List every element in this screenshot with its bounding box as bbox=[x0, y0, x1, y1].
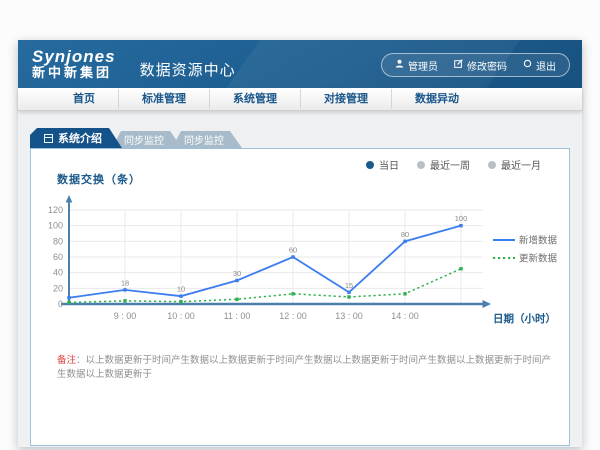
admin-user-button[interactable]: 管理员 bbox=[395, 58, 438, 73]
x-tick-label: 11 : 00 bbox=[224, 311, 251, 321]
main-nav: 首页标准管理系统管理对接管理数据异动 bbox=[18, 88, 582, 111]
x-axis-title: 日期（小时） bbox=[493, 312, 556, 325]
change-password-button[interactable]: 修改密码 bbox=[454, 58, 507, 73]
legend-label: 新增数据 bbox=[519, 235, 558, 247]
radio-label: 最近一月 bbox=[501, 157, 541, 172]
radio-label: 最近一周 bbox=[430, 157, 470, 172]
tab-bar: 系统介绍 同步监控 同步监控 bbox=[30, 128, 242, 148]
data-point-label: 30 bbox=[233, 269, 241, 278]
data-point-label: 80 bbox=[401, 230, 409, 239]
nav-item-4[interactable]: 数据异动 bbox=[391, 89, 482, 109]
logout-label: 退出 bbox=[536, 58, 556, 73]
data-point bbox=[67, 296, 70, 299]
tab-label: 同步监控 bbox=[124, 132, 164, 147]
content-area: 系统介绍 同步监控 同步监控 当日 最近一周 最近一月 数据交换（条） 0 20 40 60 8… bbox=[18, 111, 582, 447]
tab-2[interactable]: 同步监控 bbox=[172, 131, 242, 148]
data-point bbox=[291, 255, 294, 258]
y-tick-label: 100 bbox=[48, 221, 63, 231]
change-password-label: 修改密码 bbox=[467, 58, 507, 73]
document-icon bbox=[44, 134, 53, 143]
data-point bbox=[235, 298, 238, 301]
tab-label: 同步监控 bbox=[184, 132, 224, 147]
radio-range-2[interactable]: 最近一月 bbox=[488, 157, 541, 172]
time-range-filter: 当日 最近一周 最近一月 bbox=[366, 157, 541, 172]
x-tick-label: 13 : 00 bbox=[335, 311, 363, 321]
line-chart: 0 20 40 60 80 100 120 18 10 30 60 15 80 100 9 : 00 10 :… bbox=[47, 193, 569, 345]
y-tick-label: 120 bbox=[48, 205, 63, 215]
tab-1[interactable]: 同步监控 bbox=[112, 131, 182, 148]
data-point-label: 10 bbox=[177, 285, 185, 294]
data-point bbox=[459, 267, 462, 270]
power-icon bbox=[523, 59, 532, 71]
x-axis-arrow bbox=[483, 300, 492, 308]
footnote: 备注：以上数据更新于时间产生数据以上数据更新于时间产生数据以上数据更新于时间产生… bbox=[57, 352, 552, 380]
app-header: Synjones 新中新集团 数据资源中心 管理员 修改密码 bbox=[18, 40, 582, 88]
nav-item-2[interactable]: 系统管理 bbox=[209, 89, 300, 109]
content-card: 当日 最近一周 最近一月 数据交换（条） 0 20 40 60 80 100 120 18 10 30… bbox=[30, 148, 570, 446]
legend-label: 更新数据 bbox=[519, 253, 558, 265]
x-tick-label: 12 : 00 bbox=[279, 311, 307, 321]
y-tick-label: 60 bbox=[53, 252, 63, 262]
x-tick-label: 14 : 00 bbox=[391, 311, 419, 321]
nav-item-3[interactable]: 对接管理 bbox=[300, 89, 391, 109]
radio-selected-icon bbox=[366, 161, 374, 169]
radio-label: 当日 bbox=[379, 157, 399, 172]
tab-label: 系统介绍 bbox=[58, 130, 102, 146]
y-axis-arrow bbox=[66, 195, 73, 203]
data-point bbox=[291, 292, 294, 295]
data-point bbox=[403, 240, 406, 243]
data-point bbox=[347, 291, 350, 294]
data-point bbox=[123, 299, 126, 302]
data-point bbox=[347, 295, 350, 298]
y-tick-label: 0 bbox=[58, 299, 63, 309]
desktop-background: Synjones 新中新集团 数据资源中心 管理员 修改密码 bbox=[0, 0, 600, 450]
edit-icon bbox=[454, 59, 463, 71]
user-menu: 管理员 修改密码 退出 bbox=[381, 53, 570, 77]
nav-item-0[interactable]: 首页 bbox=[50, 89, 118, 109]
radio-unselected-icon bbox=[488, 161, 496, 169]
data-point bbox=[235, 279, 238, 282]
x-tick-label: 9 : 00 bbox=[114, 311, 137, 321]
radio-range-1[interactable]: 最近一周 bbox=[417, 157, 470, 172]
admin-user-label: 管理员 bbox=[408, 58, 438, 73]
y-tick-label: 20 bbox=[53, 283, 63, 293]
data-point bbox=[179, 300, 182, 303]
data-point bbox=[123, 288, 126, 291]
data-point-label: 18 bbox=[121, 278, 129, 287]
x-tick-label: 10 : 00 bbox=[167, 311, 195, 321]
data-point bbox=[459, 224, 462, 227]
radio-range-0[interactable]: 当日 bbox=[366, 157, 399, 172]
user-icon bbox=[395, 59, 404, 71]
brand-logo-en: Synjones bbox=[32, 48, 116, 66]
data-point bbox=[67, 301, 70, 304]
logout-button[interactable]: 退出 bbox=[523, 58, 556, 73]
brand-logo-cn: 新中新集团 bbox=[32, 66, 116, 80]
y-tick-label: 80 bbox=[53, 236, 63, 246]
radio-unselected-icon bbox=[417, 161, 425, 169]
app-window: Synjones 新中新集团 数据资源中心 管理员 修改密码 bbox=[18, 40, 582, 447]
nav-item-1[interactable]: 标准管理 bbox=[118, 89, 209, 109]
brand-logo: Synjones 新中新集团 bbox=[32, 48, 116, 79]
y-tick-label: 40 bbox=[53, 268, 63, 278]
page-title: 数据资源中心 bbox=[140, 59, 236, 80]
data-point-label: 60 bbox=[289, 246, 297, 255]
data-point-label: 15 bbox=[345, 281, 353, 290]
data-point-label: 100 bbox=[455, 214, 468, 223]
data-point bbox=[403, 292, 406, 295]
y-axis-title: 数据交换（条） bbox=[57, 171, 141, 187]
data-point bbox=[179, 294, 182, 297]
tab-0[interactable]: 系统介绍 bbox=[30, 128, 122, 148]
footnote-prefix: 备注 bbox=[57, 355, 76, 366]
footnote-body: ：以上数据更新于时间产生数据以上数据更新于时间产生数据以上数据更新于时间产生数据… bbox=[57, 355, 551, 380]
